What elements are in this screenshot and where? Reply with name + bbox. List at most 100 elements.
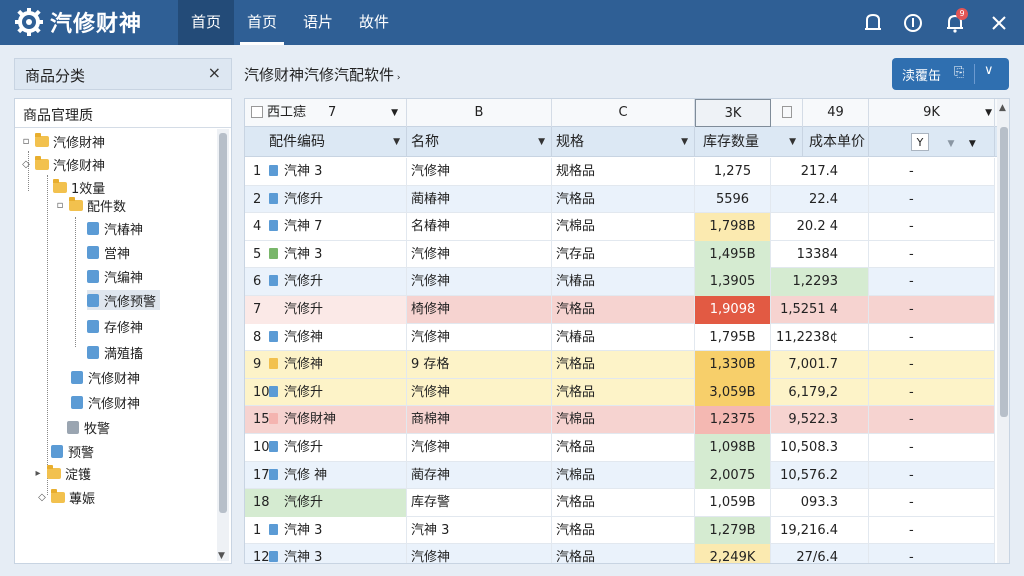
- cell-spec[interactable]: 汽棉品: [552, 406, 695, 434]
- expander-icon[interactable]: ◇: [37, 492, 47, 503]
- cell-cost[interactable]: 20.2 4: [771, 213, 869, 241]
- tree-node[interactable]: 営神: [87, 242, 130, 262]
- cell-cost[interactable]: 11,2238¢: [771, 323, 869, 352]
- cell-cost[interactable]: 217.4: [771, 158, 869, 186]
- tree-node[interactable]: ◇ 汽修财神: [21, 154, 105, 174]
- cell-spec[interactable]: 汽棉品: [552, 213, 695, 241]
- cell-name[interactable]: 椅修神: [407, 296, 552, 324]
- app-logo[interactable]: 汽修财神: [14, 6, 142, 38]
- tree-node[interactable]: ◇ 蓴娠: [37, 487, 95, 507]
- expander-icon[interactable]: ▫: [21, 136, 31, 147]
- cell-qty[interactable]: 1,098B: [695, 434, 771, 462]
- scrollbar-thumb[interactable]: [219, 133, 227, 513]
- grid-scrollbar[interactable]: ▲: [997, 99, 1009, 563]
- cell-name[interactable]: 汽修神: [407, 158, 552, 186]
- table-row[interactable]: 12 汽神 3 汽修神 汽格品 2,249K 27/6.4-: [245, 544, 995, 563]
- table-row[interactable]: 7 汽修升 椅修神 汽格品 1,9098 1,5251 4-: [245, 296, 995, 324]
- header-stock-qty[interactable]: 库存数量 ▼: [695, 127, 803, 157]
- cell-cost[interactable]: 10,508.3: [771, 434, 869, 462]
- cell-part-code[interactable]: 17 汽修 神: [245, 461, 407, 490]
- tree-node[interactable]: 汽编神: [87, 266, 143, 286]
- cell-cost[interactable]: 1,5251 4: [771, 296, 869, 324]
- expander-icon[interactable]: ▫: [55, 200, 65, 211]
- cell-flag[interactable]: -: [869, 516, 995, 545]
- cell-part-code[interactable]: 15 汽修財神: [245, 406, 407, 434]
- cell-name[interactable]: 库存警: [407, 489, 552, 517]
- cell-name[interactable]: 汽修神: [407, 323, 552, 352]
- cell-flag[interactable]: -: [869, 268, 995, 296]
- header-unit-cost[interactable]: 成本单价: [803, 127, 869, 157]
- tree-node[interactable]: ▫ 配件数: [55, 195, 126, 215]
- header-filter[interactable]: Y ▼ ▼: [869, 127, 995, 157]
- scrollbar-thumb[interactable]: [1000, 127, 1008, 417]
- cell-flag[interactable]: -: [869, 213, 995, 241]
- cell-name[interactable]: 蔺存神: [407, 461, 552, 490]
- cell-flag[interactable]: -: [869, 185, 995, 214]
- cell-spec[interactable]: 汽椿品: [552, 323, 695, 352]
- table-row[interactable]: 9 汽修神 9 存格 汽格品 1,330B 7,001.7-: [245, 351, 995, 379]
- cell-flag[interactable]: -: [869, 158, 995, 186]
- cell-flag[interactable]: -: [869, 406, 995, 434]
- cell-part-code[interactable]: 12 汽神 3: [245, 544, 407, 563]
- tree-node[interactable]: 汽修财神: [71, 367, 140, 387]
- column-letter-cell[interactable]: 49: [803, 99, 869, 127]
- cell-name[interactable]: 汽修神: [407, 378, 552, 407]
- cell-cost[interactable]: 19,216.4: [771, 516, 869, 545]
- tab-overview[interactable]: 首页: [240, 0, 284, 45]
- cell-flag[interactable]: -: [869, 296, 995, 324]
- tree-node[interactable]: 汽椿神: [87, 218, 143, 238]
- cell-spec[interactable]: 汽棉品: [552, 461, 695, 490]
- cell-cost[interactable]: 7,001.7: [771, 351, 869, 379]
- cell-cost[interactable]: 9,522.3: [771, 406, 869, 434]
- tree-node[interactable]: ▫ 汽修財神: [21, 131, 105, 151]
- tree-node[interactable]: 満殖搐: [87, 342, 143, 362]
- cell-spec[interactable]: 汽存品: [552, 240, 695, 269]
- cell-flag[interactable]: -: [869, 489, 995, 517]
- cell-name[interactable]: 名椿神: [407, 213, 552, 241]
- cell-name[interactable]: 商棉神: [407, 406, 552, 434]
- info-icon[interactable]: [902, 12, 924, 34]
- column-letter-cell-selected[interactable]: 3K: [695, 99, 771, 127]
- tree-node[interactable]: 预警: [51, 441, 94, 461]
- expander-icon[interactable]: ◇: [21, 159, 31, 170]
- column-letter-cell[interactable]: B: [407, 99, 552, 127]
- cell-qty[interactable]: 2,0075: [695, 461, 771, 490]
- cell-part-code[interactable]: 18 汽修升: [245, 489, 407, 517]
- tree-node[interactable]: 汽修财神: [71, 392, 140, 412]
- header-part-code[interactable]: 配件编码 ▼: [245, 127, 407, 157]
- cell-part-code[interactable]: 10 汽修升: [245, 378, 407, 407]
- cell-name[interactable]: 蔺椿神: [407, 185, 552, 214]
- expander-icon[interactable]: ▸: [33, 468, 43, 479]
- table-row[interactable]: 1 汽神 3 汽神 3 汽格品 1,279B 19,216.4-: [245, 516, 995, 545]
- column-letter-cell[interactable]: C: [552, 99, 695, 127]
- table-row[interactable]: 17 汽修 神 蔺存神 汽棉品 2,0075 10,576.2-: [245, 461, 995, 490]
- close-icon[interactable]: [988, 12, 1010, 34]
- tree-node[interactable]: ▸ 淀镬: [33, 463, 91, 483]
- cell-qty[interactable]: 1,495B: [695, 240, 771, 269]
- cell-name[interactable]: 汽修神: [407, 434, 552, 462]
- cell-qty[interactable]: 1,275: [695, 158, 771, 186]
- cell-part-code[interactable]: 9 汽修神: [245, 351, 407, 379]
- dropdown-icon[interactable]: ▼: [391, 99, 398, 127]
- cell-qty[interactable]: 1,3905: [695, 268, 771, 296]
- column-letter-cell[interactable]: [771, 99, 803, 127]
- panel-close-icon[interactable]: ×: [208, 63, 221, 82]
- checkbox[interactable]: [251, 106, 263, 118]
- cell-qty[interactable]: 1,795B: [695, 323, 771, 352]
- cell-qty[interactable]: 1,2375: [695, 406, 771, 434]
- checkbox[interactable]: [781, 106, 792, 118]
- table-row[interactable]: 10 汽修升 汽修神 汽格品 3,059B 6,179,2-: [245, 378, 995, 407]
- cell-qty[interactable]: 1,059B: [695, 489, 771, 517]
- cell-cost[interactable]: 6,179,2: [771, 378, 869, 407]
- column-letter-cell[interactable]: 9K ▼: [869, 99, 995, 127]
- cell-part-code[interactable]: 5 汽神 3: [245, 240, 407, 269]
- cell-name[interactable]: 汽修神: [407, 240, 552, 269]
- table-row[interactable]: 18 汽修升 库存警 汽格品 1,059B 093.3-: [245, 489, 995, 517]
- sort-icon[interactable]: ▼: [538, 127, 545, 157]
- cell-qty[interactable]: 1,798B: [695, 213, 771, 241]
- dropdown-icon[interactable]: ▼: [985, 99, 992, 127]
- cell-part-code[interactable]: 7 汽修升: [245, 296, 407, 324]
- notification-button[interactable]: 9: [944, 8, 968, 34]
- sort-icon[interactable]: ▼: [393, 127, 400, 157]
- tree-node[interactable]: 牧警: [67, 417, 110, 437]
